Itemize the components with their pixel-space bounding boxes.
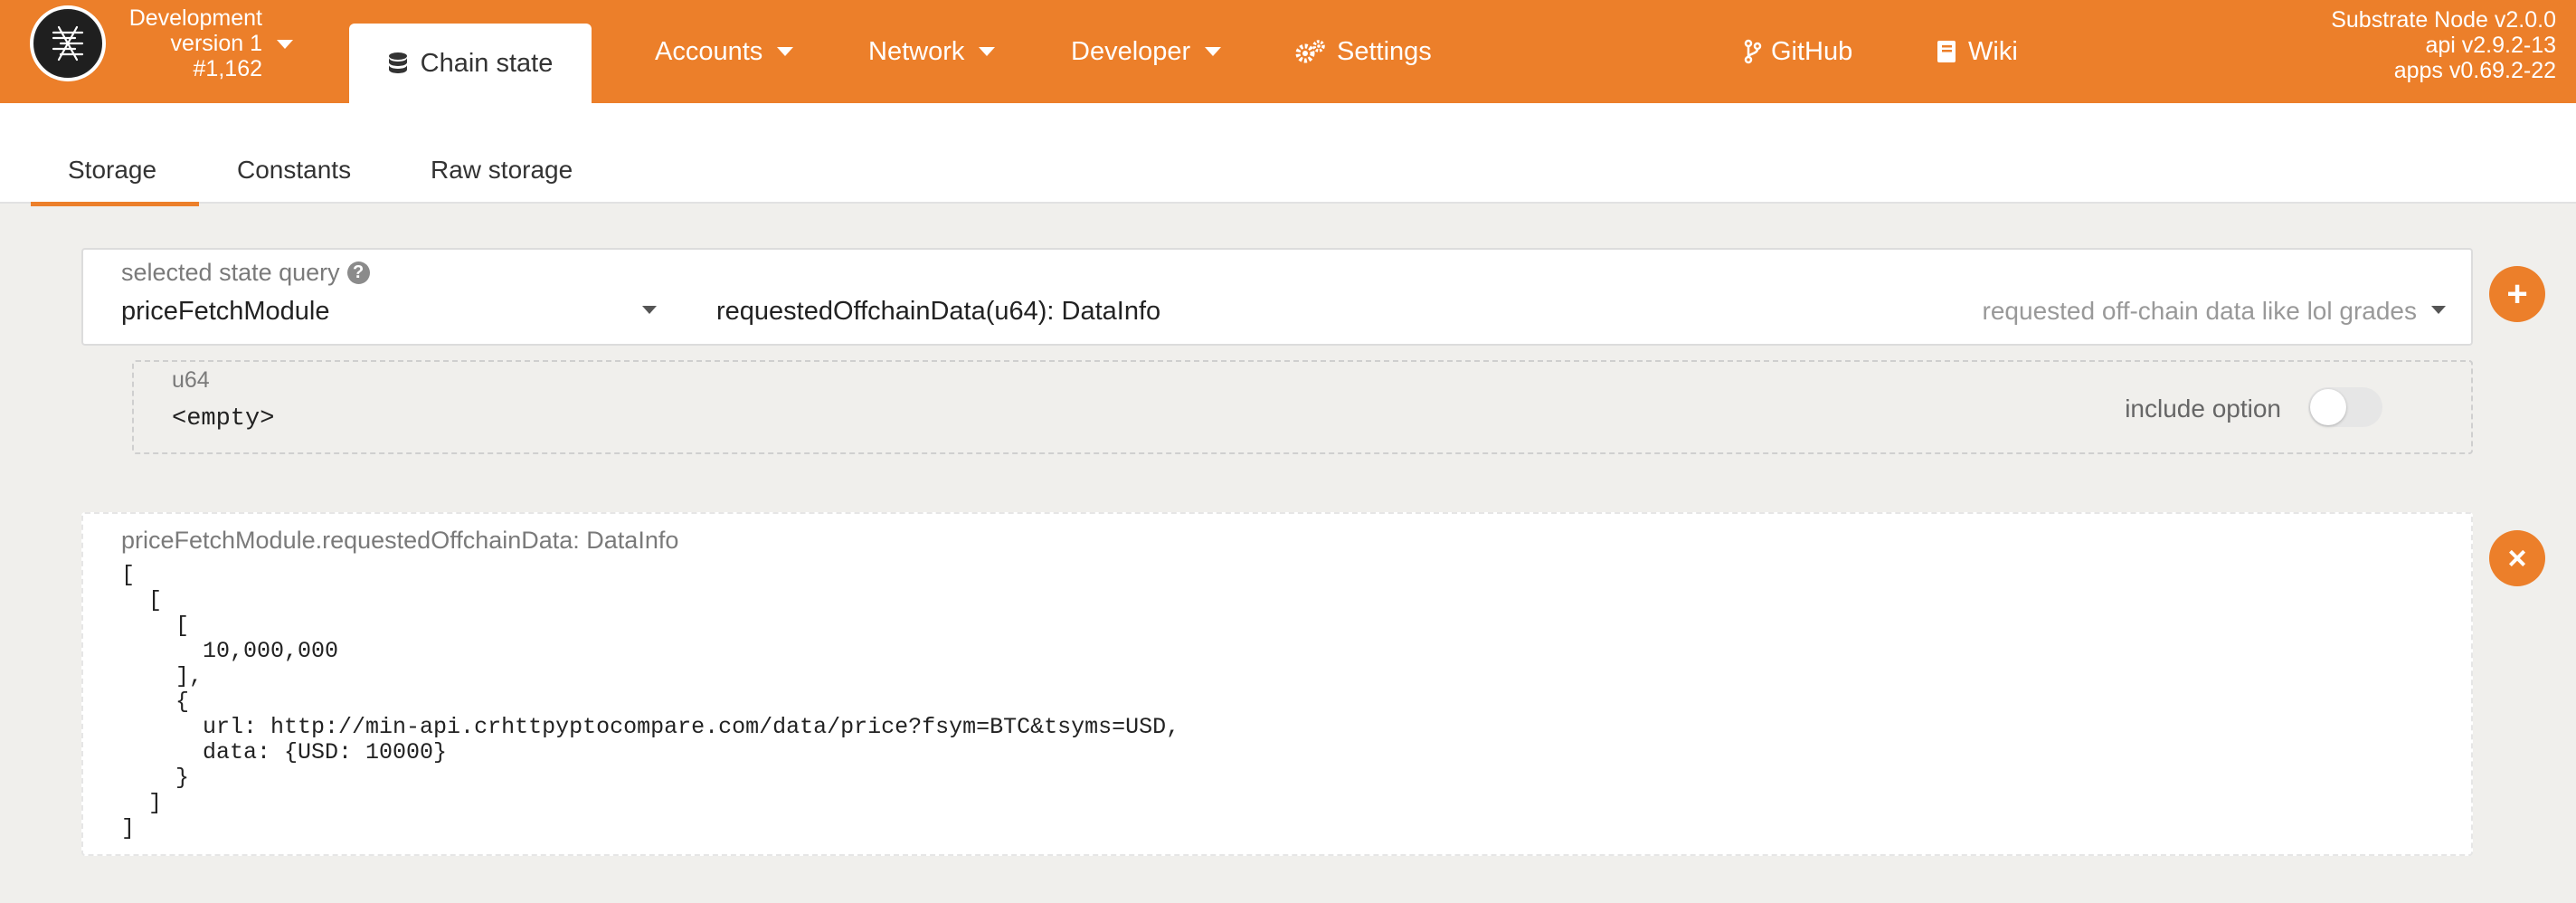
include-option-label: include option (2125, 394, 2281, 423)
nav-developer-label: Developer (1071, 36, 1191, 66)
nav-wiki-label: Wiki (1968, 36, 2018, 66)
api-version: api v2.9.2-13 (2425, 33, 2556, 58)
nav-github[interactable]: GitHub (1744, 0, 1852, 103)
nav-accounts[interactable]: Accounts (655, 0, 794, 103)
param-input: u64 <empty> include option (132, 360, 2473, 454)
query-result: priceFetchModule.requestedOffchainData: … (81, 512, 2473, 856)
tab-constants[interactable]: Constants (237, 103, 351, 204)
nav-settings-label: Settings (1337, 36, 1432, 66)
substrate-logo-icon[interactable] (30, 5, 106, 81)
top-navbar: Development version 1 #1,162 Chain state… (0, 0, 2576, 103)
nav-github-label: GitHub (1771, 36, 1853, 66)
remove-query-button[interactable]: × (2489, 530, 2545, 586)
chain-selector[interactable]: Development version 1 #1,162 (118, 5, 262, 81)
state-query-selector: selected state query ? priceFetchModule … (81, 248, 2473, 346)
chain-state-tabs: Storage Constants Raw storage (0, 103, 2576, 206)
node-version: Substrate Node v2.0.0 (2331, 7, 2556, 33)
nav-network[interactable]: Network (868, 0, 996, 103)
nav-wiki[interactable]: Wiki (1936, 0, 2018, 103)
gears-icon (1295, 40, 1325, 63)
active-tab-indicator (31, 202, 199, 206)
chevron-down-icon[interactable] (642, 306, 657, 314)
chevron-down-icon[interactable] (2431, 306, 2446, 314)
result-title: priceFetchModule.requestedOffchainData: … (121, 527, 679, 554)
module-dropdown[interactable]: priceFetchModule (121, 297, 330, 327)
toggle-knob (2310, 389, 2346, 425)
nav-settings[interactable]: Settings (1295, 0, 1432, 103)
nav-chain-state-label: Chain state (420, 48, 554, 78)
chevron-down-icon (777, 47, 794, 56)
add-query-button[interactable]: + (2489, 266, 2545, 322)
nav-accounts-label: Accounts (655, 36, 763, 66)
chevron-down-icon (1205, 47, 1222, 56)
code-branch-icon (1744, 39, 1762, 64)
book-icon (1937, 41, 1956, 62)
chevron-down-icon[interactable] (277, 40, 293, 49)
param-value-field[interactable]: <empty> (172, 405, 274, 432)
param-type-label: u64 (172, 367, 210, 393)
tab-storage[interactable]: Storage (68, 103, 156, 204)
nav-network-label: Network (868, 36, 965, 66)
node-version-info: Substrate Node v2.0.0 api v2.9.2-13 apps… (2331, 7, 2556, 83)
method-dropdown[interactable]: requestedOffchainData(u64): DataInfo (716, 297, 1160, 327)
query-label: selected state query (121, 259, 340, 286)
tab-raw-storage[interactable]: Raw storage (431, 103, 573, 204)
include-option-toggle[interactable] (2308, 387, 2382, 427)
chain-version: version 1 (170, 31, 262, 56)
result-output: [ [ [ 10,000,000 ], { url: http://min-ap… (121, 562, 1180, 841)
nav-chain-state[interactable]: Chain state (349, 24, 592, 103)
method-description: requested off-chain data like lol grades (1982, 297, 2417, 325)
block-number: #1,162 (193, 56, 262, 81)
help-icon[interactable]: ? (346, 261, 370, 284)
database-icon (388, 52, 407, 73)
chevron-down-icon (979, 47, 996, 56)
nav-developer[interactable]: Developer (1071, 0, 1222, 103)
query-label-row: selected state query ? (121, 259, 370, 287)
chain-name: Development (128, 5, 262, 31)
apps-version: apps v0.69.2-22 (2393, 58, 2556, 83)
